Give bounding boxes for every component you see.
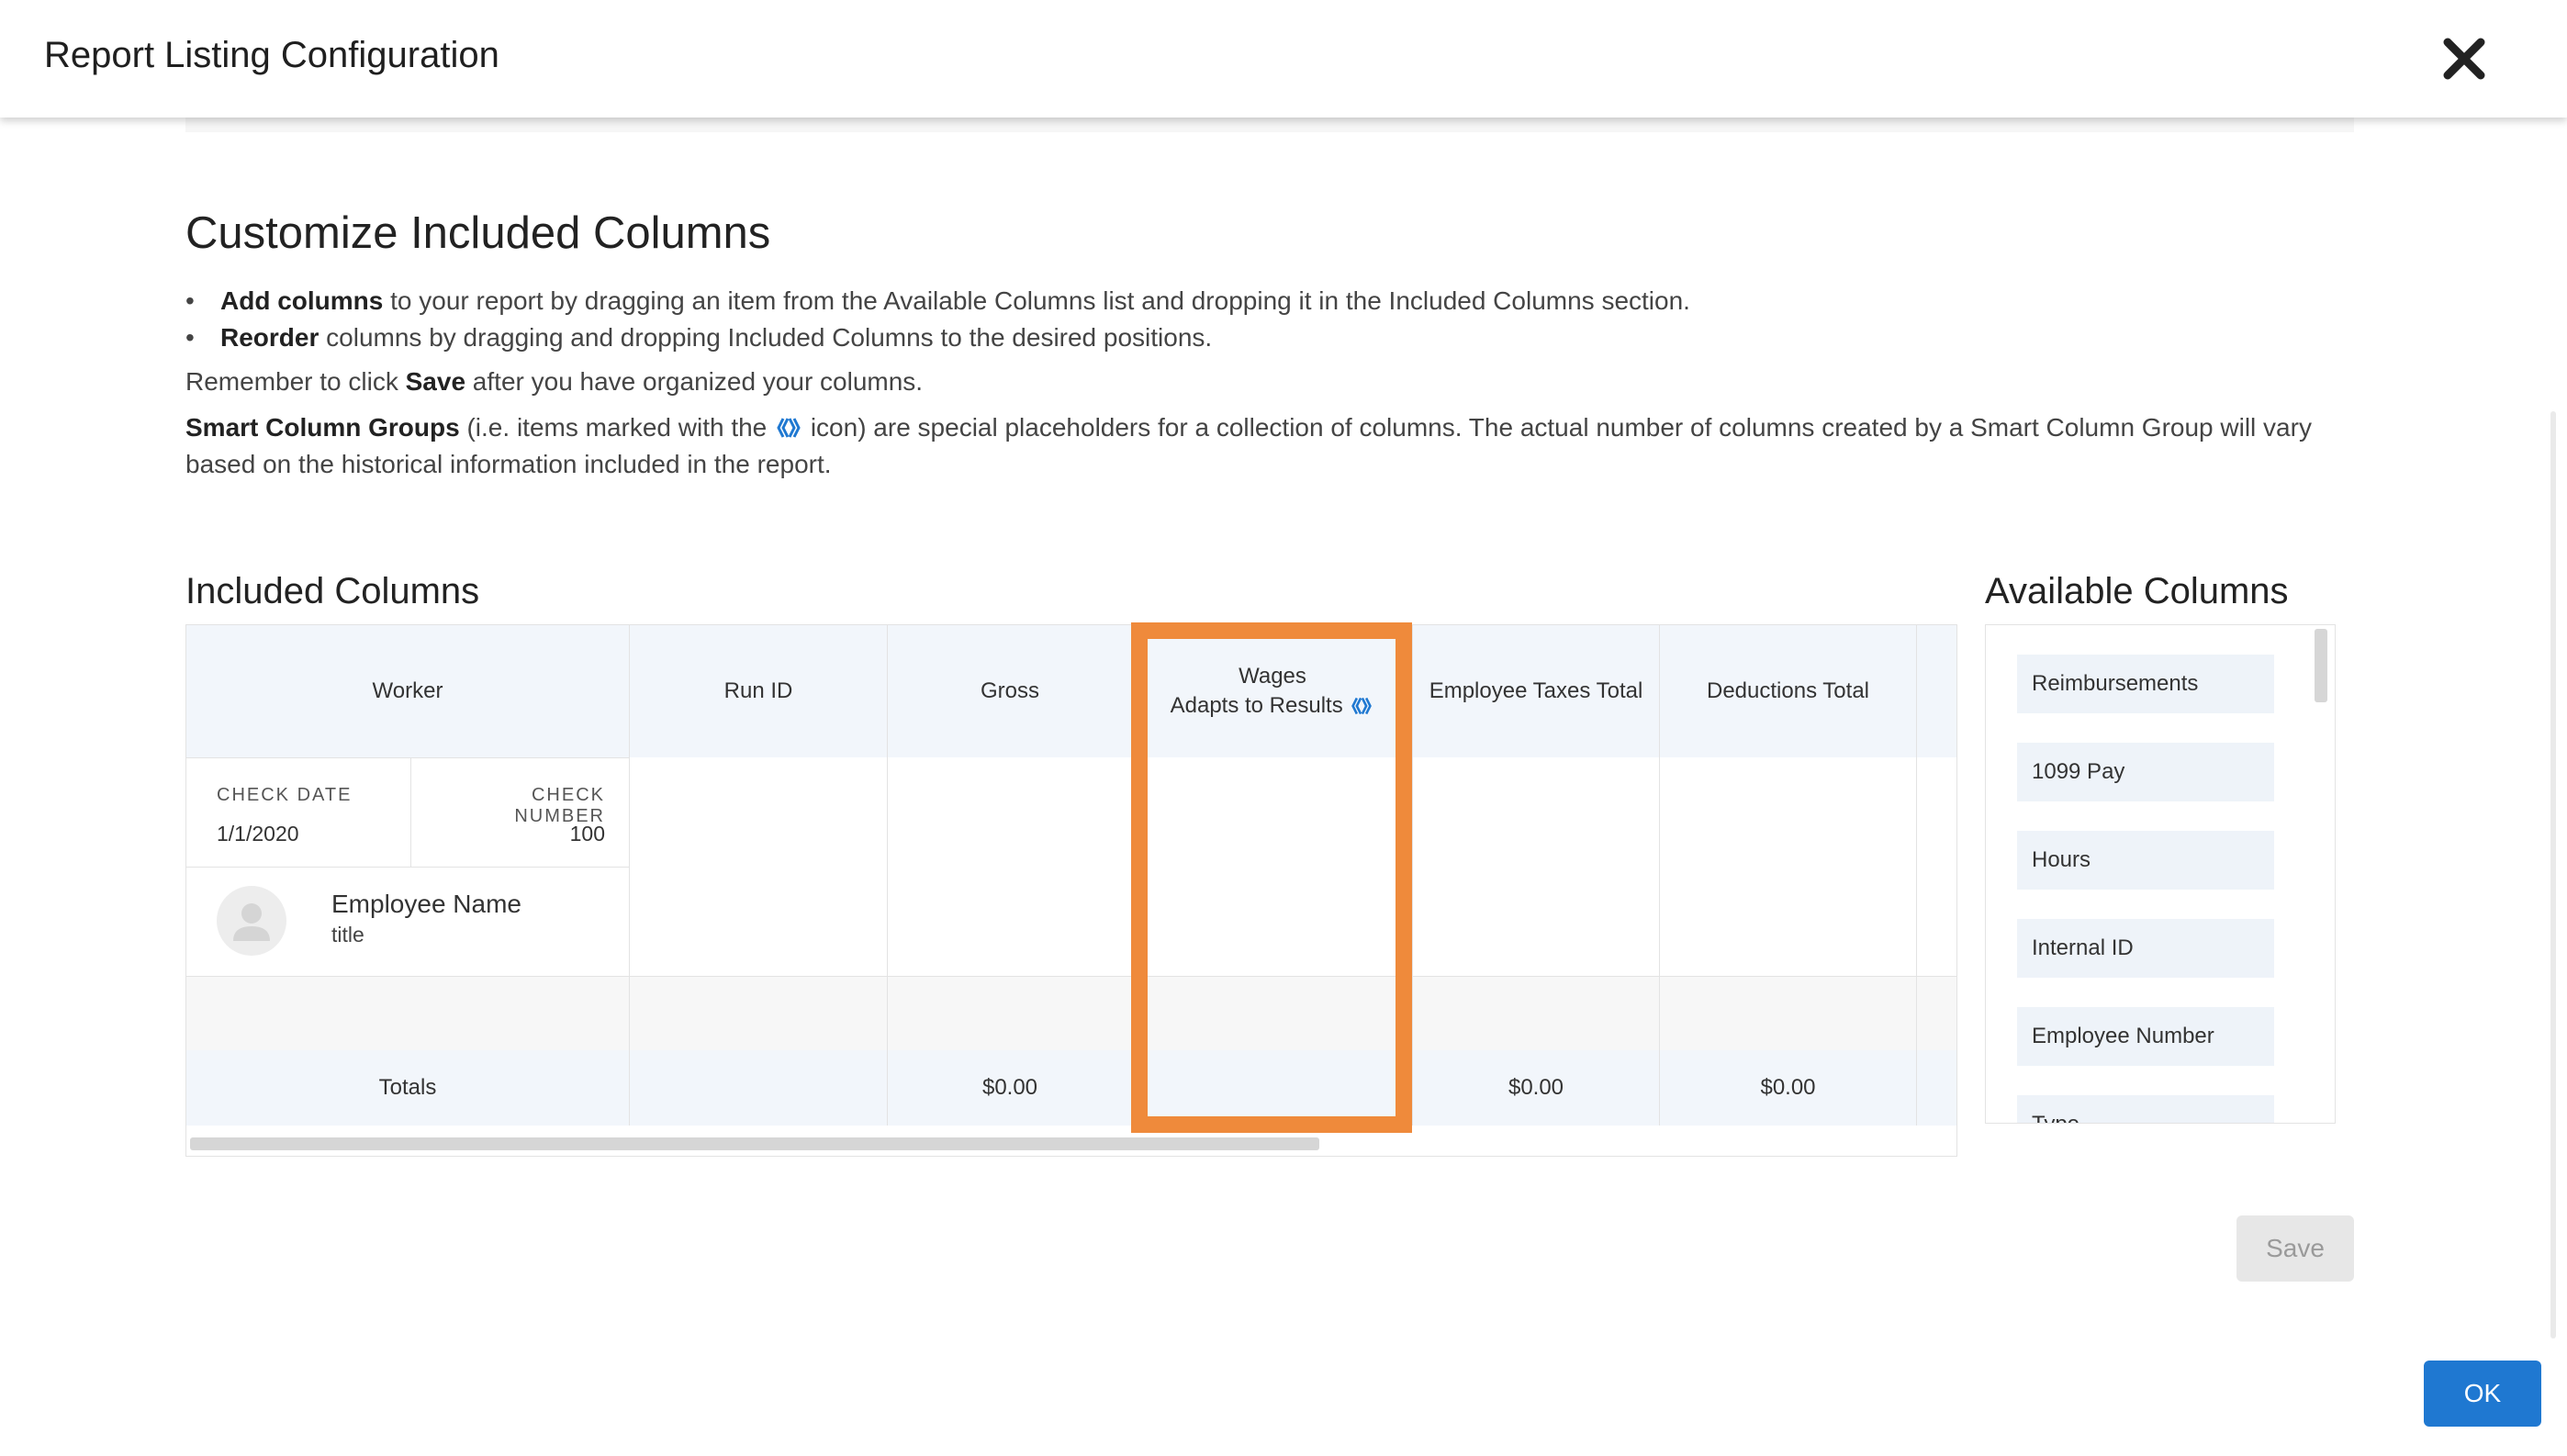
column-header-deductions-label: Deductions Total xyxy=(1707,678,1869,703)
close-button[interactable] xyxy=(2438,33,2490,84)
column-divider xyxy=(629,625,630,1126)
totals-next xyxy=(1917,1050,1956,1126)
avatar xyxy=(217,886,286,956)
available-item-label: Hours xyxy=(2032,847,2091,872)
column-divider xyxy=(1659,625,1660,1126)
column-header-deductions[interactable]: Deductions Total xyxy=(1660,625,1916,757)
column-header-employee-taxes[interactable]: Employee Taxes Total xyxy=(1413,625,1659,757)
column-header-gross-label: Gross xyxy=(980,678,1039,703)
dialog-scrollbar[interactable] xyxy=(2550,411,2556,1338)
column-header-next xyxy=(1917,625,1956,757)
available-item-label: Reimbursements xyxy=(2032,671,2199,696)
instruction-list: Add columns to your report by dragging a… xyxy=(185,283,1690,356)
remember-save: Save xyxy=(405,367,466,396)
column-header-run-id[interactable]: Run ID xyxy=(630,625,887,757)
available-item-1099-pay[interactable]: 1099 Pay xyxy=(2017,743,2274,801)
employee-name: Employee Name xyxy=(331,890,521,918)
totals-employee-taxes-value: $0.00 xyxy=(1508,1075,1564,1100)
column-divider xyxy=(1916,625,1917,1126)
spacer-row xyxy=(186,977,1956,1050)
totals-wages xyxy=(1133,1050,1412,1126)
totals-employee-taxes: $0.00 xyxy=(1413,1050,1659,1126)
included-columns-title: Included Columns xyxy=(185,571,480,611)
divider xyxy=(186,867,629,868)
wages-sub-text: Adapts to Results xyxy=(1170,693,1343,718)
horizontal-scroll-thumb[interactable] xyxy=(190,1137,1319,1150)
wages-sub-label: Adapts to Results xyxy=(1171,693,1375,719)
check-date-label: CHECK DATE xyxy=(217,785,353,805)
check-number-value: 100 xyxy=(569,822,605,846)
available-item-label: Type xyxy=(2032,1112,2079,1123)
totals-deductions-value: $0.00 xyxy=(1760,1075,1816,1100)
available-item-reimbursements[interactable]: Reimbursements xyxy=(2017,655,2274,713)
instruction-add-text: to your report by dragging an item from … xyxy=(383,286,1690,315)
totals-label-text: Totals xyxy=(378,1075,437,1100)
divider xyxy=(410,757,411,868)
column-divider xyxy=(1132,625,1133,1126)
column-divider xyxy=(887,625,888,1126)
column-header-worker-label: Worker xyxy=(372,678,443,703)
totals-deductions: $0.00 xyxy=(1660,1050,1916,1126)
column-header-run-id-label: Run ID xyxy=(723,678,793,703)
column-header-wages-label: Wages xyxy=(1239,664,1306,689)
remember-pre: Remember to click xyxy=(185,367,406,396)
column-header-wages[interactable]: Wages Adapts to Results xyxy=(1133,625,1412,757)
remember-post: after you have organized your columns. xyxy=(465,367,924,396)
person-icon xyxy=(233,903,270,941)
available-item-label: 1099 Pay xyxy=(2032,759,2125,784)
instruction-reorder: Reorder columns by dragging and dropping… xyxy=(185,319,1690,356)
totals-run-id xyxy=(630,1050,887,1126)
available-item-internal-id[interactable]: Internal ID xyxy=(2017,919,2274,978)
column-header-worker[interactable]: Worker xyxy=(186,625,629,757)
column-header-employee-taxes-label: Employee Taxes Total xyxy=(1429,678,1643,703)
available-item-hours[interactable]: Hours xyxy=(2017,831,2274,890)
available-columns-list: Reimbursements 1099 Pay Hours Internal I… xyxy=(1985,624,2336,1124)
available-item-label: Internal ID xyxy=(2032,935,2134,960)
top-strip xyxy=(185,118,2354,132)
column-header-gross[interactable]: Gross xyxy=(888,625,1132,757)
available-list-scrollbar[interactable] xyxy=(2315,629,2327,702)
instruction-add: Add columns to your report by dragging a… xyxy=(185,283,1690,319)
smart-groups-post: icon) are special placeholders for a col… xyxy=(803,413,2312,442)
available-item-type[interactable]: Type xyxy=(2017,1095,2274,1123)
close-icon xyxy=(2443,38,2485,80)
dialog-title: Report Listing Configuration xyxy=(44,35,499,75)
ok-button[interactable]: OK xyxy=(2424,1361,2541,1427)
smart-groups-line2: based on the historical information incl… xyxy=(185,450,832,478)
instruction-reorder-bold: Reorder xyxy=(220,323,319,352)
employee-title: title xyxy=(331,923,364,946)
included-columns-table: Worker Run ID Gross Wages Adapts to Resu… xyxy=(185,624,1957,1157)
available-columns-title: Available Columns xyxy=(1985,571,2289,611)
smart-column-icon xyxy=(777,418,801,438)
smart-column-icon xyxy=(1351,697,1373,715)
dialog-header: Report Listing Configuration xyxy=(0,0,2567,118)
smart-groups-text: Smart Column Groups (i.e. items marked w… xyxy=(185,409,2334,483)
totals-gross-value: $0.00 xyxy=(981,1075,1038,1100)
smart-groups-pre: (i.e. items marked with the xyxy=(459,413,775,442)
save-button[interactable]: Save xyxy=(2236,1215,2354,1282)
divider xyxy=(186,757,629,758)
column-divider xyxy=(1412,625,1413,1126)
instruction-add-bold: Add columns xyxy=(220,286,384,315)
available-item-employee-number[interactable]: Employee Number xyxy=(2017,1007,2274,1066)
remember-text: Remember to click Save after you have or… xyxy=(185,364,923,400)
check-date-value: 1/1/2020 xyxy=(217,822,299,846)
totals-label: Totals xyxy=(186,1050,629,1126)
instruction-reorder-text: columns by dragging and dropping Include… xyxy=(319,323,1213,352)
available-item-label: Employee Number xyxy=(2032,1024,2214,1048)
customize-heading: Customize Included Columns xyxy=(185,208,771,258)
smart-groups-bold: Smart Column Groups xyxy=(185,413,460,442)
totals-gross: $0.00 xyxy=(888,1050,1132,1126)
